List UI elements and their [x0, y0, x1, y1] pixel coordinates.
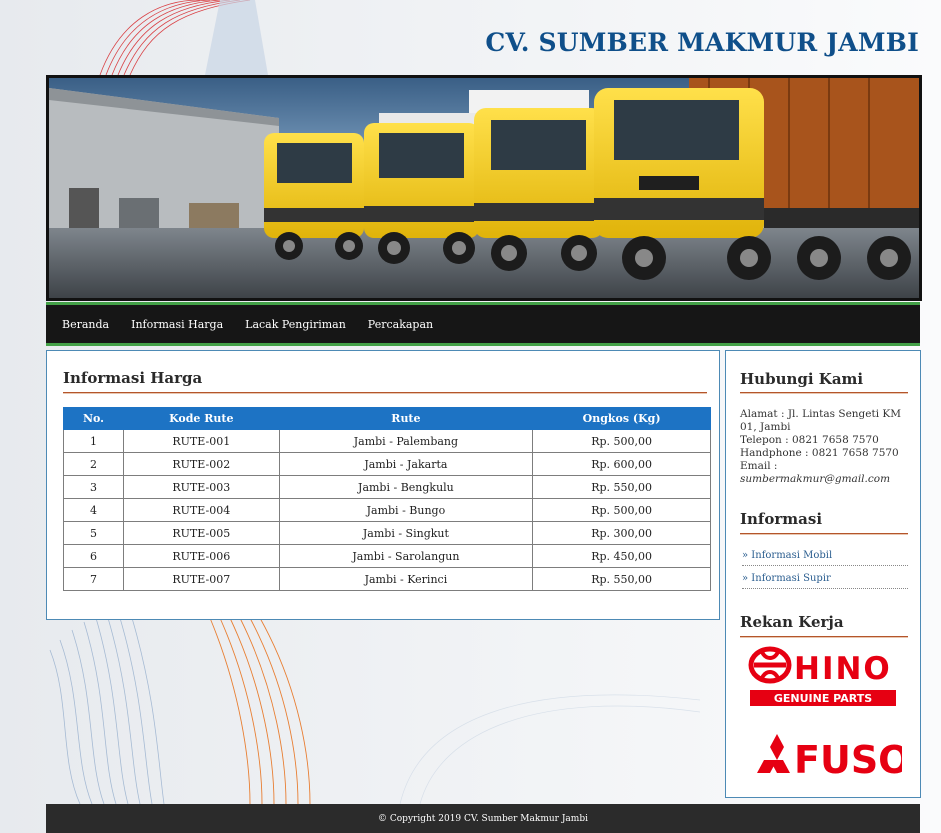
- trucks-banner-image: [49, 78, 919, 298]
- copyright-text: © Copyright 2019 CV. Sumber Makmur Jambi: [378, 813, 588, 824]
- fuso-logo-text: FUSO: [794, 738, 902, 780]
- sidebar: Hubungi Kami Alamat : Jl. Lintas Sengeti…: [725, 350, 921, 798]
- cell-rute: Jambi - Jakarta: [278, 452, 534, 476]
- page-title: Informasi Harga: [63, 369, 203, 387]
- cell-no: 4: [63, 498, 124, 522]
- cell-ongkos: Rp. 500,00: [532, 498, 711, 522]
- cell-kode-rute: RUTE-002: [122, 452, 280, 476]
- cell-no: 7: [63, 567, 124, 591]
- cell-no: 5: [63, 521, 124, 545]
- price-info-panel: Informasi Harga No. Kode Rute Rute Ongko…: [46, 350, 720, 620]
- partner-divider: [740, 636, 908, 638]
- cell-ongkos: Rp. 300,00: [532, 521, 711, 545]
- hino-logo: HINO GENUINE PARTS: [748, 646, 896, 706]
- contact-email-line: Email : sumbermakmur@gmail.com: [740, 460, 912, 486]
- table-row: 1 RUTE-001 Jambi - Palembang Rp. 500,00: [63, 429, 711, 453]
- contact-address: Alamat : Jl. Lintas Sengeti KM 01, Jambi: [740, 408, 902, 433]
- cell-kode-rute: RUTE-003: [122, 475, 280, 499]
- table-header-row: No. Kode Rute Rute Ongkos (Kg): [63, 407, 711, 430]
- cell-kode-rute: RUTE-006: [122, 544, 280, 568]
- cell-ongkos: Rp. 500,00: [532, 429, 711, 453]
- hino-emblem-icon: [748, 646, 792, 684]
- cell-ongkos: Rp. 550,00: [532, 567, 711, 591]
- cell-rute: Jambi - Singkut: [278, 521, 534, 545]
- contact-email: sumbermakmur@gmail.com: [740, 473, 891, 485]
- nav-item-percakapan[interactable]: Percakapan: [368, 318, 433, 331]
- contact-phone: Telepon : 0821 7658 7570: [740, 434, 879, 446]
- nav-item-beranda[interactable]: Beranda: [62, 318, 109, 331]
- link-informasi-mobil[interactable]: » Informasi Mobil: [742, 550, 908, 566]
- contact-info: Alamat : Jl. Lintas Sengeti KM 01, Jambi…: [740, 408, 912, 486]
- link-informasi-supir[interactable]: » Informasi Supir: [742, 573, 908, 589]
- cell-rute: Jambi - Palembang: [278, 429, 534, 453]
- table-row: 3 RUTE-003 Jambi - Bengkulu Rp. 550,00: [63, 475, 711, 499]
- table-row: 6 RUTE-006 Jambi - Sarolangun Rp. 450,00: [63, 544, 711, 568]
- contact-email-label: Email :: [740, 460, 778, 472]
- cell-rute: Jambi - Bungo: [278, 498, 534, 522]
- column-header-kode-rute: Kode Rute: [122, 407, 280, 430]
- column-header-no: No.: [63, 407, 124, 430]
- table-row: 2 RUTE-002 Jambi - Jakarta Rp. 600,00: [63, 452, 711, 476]
- cell-rute: Jambi - Kerinci: [278, 567, 534, 591]
- cell-no: 6: [63, 544, 124, 568]
- cell-rute: Jambi - Bengkulu: [278, 475, 534, 499]
- cell-kode-rute: RUTE-004: [122, 498, 280, 522]
- cell-no: 1: [63, 429, 124, 453]
- partner-heading: Rekan Kerja: [740, 613, 844, 631]
- cell-ongkos: Rp. 600,00: [532, 452, 711, 476]
- cell-kode-rute: RUTE-001: [122, 429, 280, 453]
- table-row: 7 RUTE-007 Jambi - Kerinci Rp. 550,00: [63, 567, 711, 591]
- cell-ongkos: Rp. 450,00: [532, 544, 711, 568]
- site-title: CV. SUMBER MAKMUR JAMBI: [485, 28, 919, 57]
- hino-logo-subtext: GENUINE PARTS: [774, 692, 872, 705]
- cell-rute: Jambi - Sarolangun: [278, 544, 534, 568]
- cell-no: 3: [63, 475, 124, 499]
- cell-no: 2: [63, 452, 124, 476]
- cell-ongkos: Rp. 550,00: [532, 475, 711, 499]
- main-nav: Beranda Informasi Harga Lacak Pengiriman…: [46, 302, 920, 346]
- title-divider: [63, 392, 707, 394]
- info-divider: [740, 533, 908, 535]
- footer: © Copyright 2019 CV. Sumber Makmur Jambi: [46, 804, 920, 833]
- nav-item-informasi-harga[interactable]: Informasi Harga: [131, 318, 223, 331]
- header-banner: [46, 75, 922, 301]
- table-row: 5 RUTE-005 Jambi - Singkut Rp. 300,00: [63, 521, 711, 545]
- cell-kode-rute: RUTE-005: [122, 521, 280, 545]
- nav-item-lacak-pengiriman[interactable]: Lacak Pengiriman: [245, 318, 346, 331]
- contact-divider: [740, 392, 908, 394]
- price-table: No. Kode Rute Rute Ongkos (Kg) 1 RUTE-00…: [63, 407, 711, 591]
- contact-heading: Hubungi Kami: [740, 370, 864, 388]
- table-row: 4 RUTE-004 Jambi - Bungo Rp. 500,00: [63, 498, 711, 522]
- hino-logo-text: HINO: [794, 651, 892, 687]
- info-heading: Informasi: [740, 510, 823, 528]
- column-header-rute: Rute: [278, 407, 534, 430]
- cell-kode-rute: RUTE-007: [122, 567, 280, 591]
- fuso-logo: FUSO: [757, 734, 902, 780]
- column-header-ongkos: Ongkos (Kg): [532, 407, 711, 430]
- contact-handphone: Handphone : 0821 7658 7570: [740, 447, 899, 459]
- mitsubishi-diamonds-icon: [757, 734, 790, 773]
- page: CV. SUMBER MAKMUR JAMBI Beranda Informas…: [0, 0, 941, 833]
